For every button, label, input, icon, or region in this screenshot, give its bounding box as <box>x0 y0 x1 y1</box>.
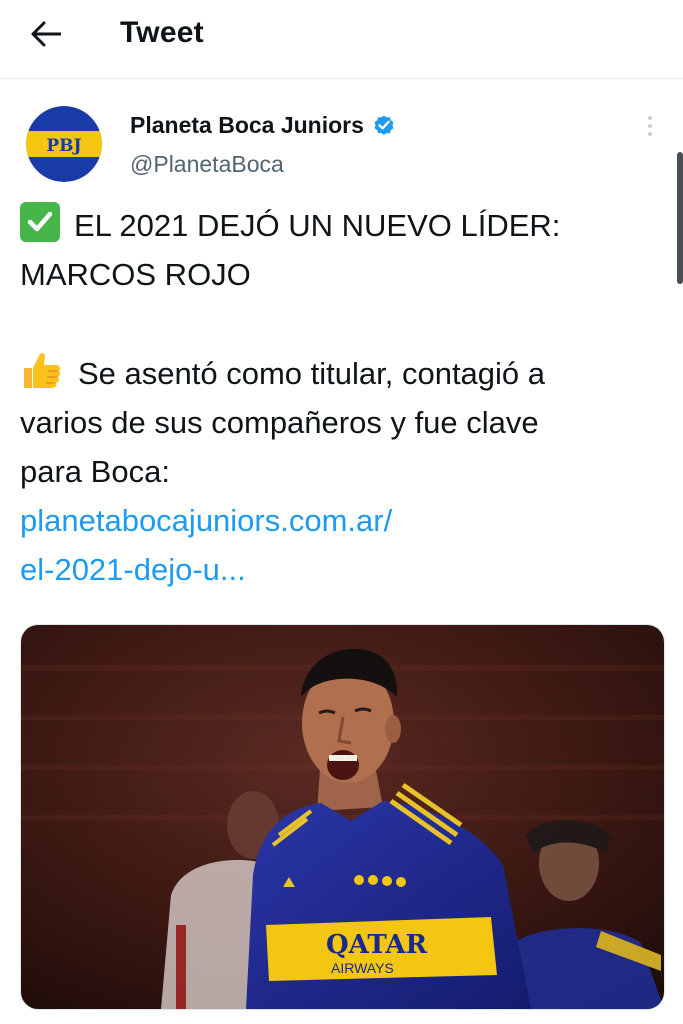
sponsor-text: QATAR <box>326 930 427 960</box>
avatar[interactable]: PBJ <box>26 106 102 182</box>
verified-badge-icon <box>374 115 394 135</box>
tweet-headline-1: EL 2021 DEJÓ UN NUEVO LÍDER: <box>74 208 561 243</box>
author-name-text: Planeta Boca Juniors <box>130 112 364 138</box>
tweet-link-continued[interactable]: el-2021-dejo-u... <box>20 545 670 594</box>
arrow-left-icon <box>31 21 61 47</box>
tweet-headline-2: MARCOS ROJO <box>20 257 251 292</box>
scrollbar[interactable] <box>677 152 683 284</box>
top-bar: Tweet <box>0 0 683 79</box>
sponsor-sub-text: AIRWAYS <box>331 960 394 976</box>
tweet-link-part-2: el-2021-dejo-u... <box>20 552 246 587</box>
author-handle[interactable]: @PlanetaBoca <box>130 149 284 179</box>
more-dot-icon <box>648 124 652 128</box>
tweet-link-part-1: planetabocajuniors.com.ar/ <box>20 503 393 538</box>
tweet-line: EL 2021 DEJÓ UN NUEVO LÍDER: <box>20 201 670 250</box>
tweet-line: Se asentó como titular, contagió a <box>20 348 670 398</box>
more-dot-icon <box>648 116 652 120</box>
svg-text:PBJ: PBJ <box>46 136 81 156</box>
page-title: Tweet <box>120 16 204 49</box>
tweet-body-3: para Boca: <box>20 454 170 489</box>
more-options-button[interactable] <box>636 108 664 144</box>
pbj-logo-icon: PBJ <box>26 106 102 182</box>
author-name[interactable]: Planeta Boca Juniors <box>130 110 396 140</box>
tweet-body-2: varios de sus compañeros y fue clave <box>20 405 539 440</box>
tweet-link[interactable]: planetabocajuniors.com.ar/ <box>20 496 670 545</box>
thumbs-up-emoji-icon <box>24 353 61 388</box>
tweet-text: EL 2021 DEJÓ UN NUEVO LÍDER: MARCOS ROJO… <box>20 201 670 594</box>
tweet-page: Tweet PBJ Planeta Boca Juniors @PlanetaB… <box>0 0 683 1024</box>
check-mark-emoji-icon <box>20 202 60 242</box>
back-button[interactable] <box>24 12 68 56</box>
tweet-media-image[interactable]: QATAR AIRWAYS <box>20 624 665 1010</box>
more-dot-icon <box>648 132 652 136</box>
tweet-body-1: Se asentó como titular, contagió a <box>78 356 546 391</box>
player-photo: QATAR AIRWAYS <box>21 625 664 1009</box>
